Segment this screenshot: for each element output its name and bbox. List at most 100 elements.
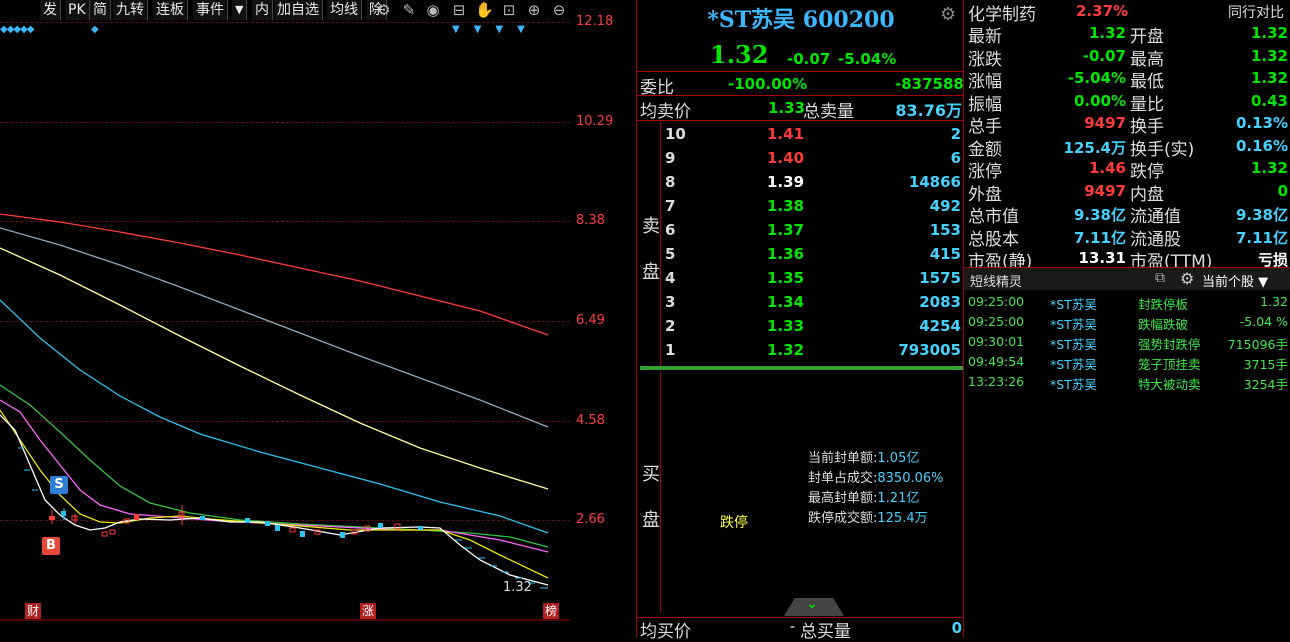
list-marker[interactable]: 榜 bbox=[543, 603, 559, 619]
weibi-diff: -837588 bbox=[895, 75, 964, 93]
seal-current: 当前封单额:1.05亿 bbox=[808, 451, 920, 466]
stat-value: 0.16% bbox=[1235, 136, 1288, 155]
limit-down-text: 跌停 bbox=[720, 515, 748, 531]
gear-icon[interactable]: ⚙ bbox=[1180, 269, 1194, 288]
news-title: 短线精灵 bbox=[970, 275, 1023, 290]
stat-label: 跌停 bbox=[1130, 162, 1164, 182]
news-item[interactable]: 09:25:00 *ST苏吴 跌幅跌破 -5.04 % bbox=[968, 312, 1290, 332]
ask-volume: 2083 bbox=[919, 293, 961, 311]
news-stock: *ST苏吴 bbox=[1050, 297, 1097, 312]
news-item[interactable]: 09:30:01 *ST苏吴 强势封跌停 715096手 bbox=[968, 332, 1290, 352]
news-scope-select[interactable]: 当前个股 ▼ bbox=[1202, 271, 1268, 290]
ask-volume: 2 bbox=[950, 125, 961, 143]
price-change-pct: -5.04% bbox=[838, 50, 897, 68]
order-book-row[interactable]: 1 1.32 793005 bbox=[665, 339, 963, 363]
y-label-3: 6.49 bbox=[576, 313, 605, 328]
stat-label: 内盘 bbox=[1130, 184, 1164, 205]
stat-value: 125.4万 bbox=[1063, 138, 1126, 157]
avg-sell-label: 均卖价 bbox=[640, 102, 691, 122]
ma-line-gray bbox=[0, 227, 549, 428]
divider bbox=[660, 122, 661, 366]
buy-signal-marker[interactable]: B bbox=[42, 537, 60, 555]
ask-price: 1.37 bbox=[767, 221, 805, 239]
order-book-row[interactable]: 5 1.36 415 bbox=[665, 243, 963, 267]
stat-row: 涨跌 -0.07 最高 1.32 bbox=[964, 45, 1290, 70]
ask-price: 1.32 bbox=[767, 341, 805, 359]
news-stock: *ST苏吴 bbox=[1050, 377, 1097, 392]
news-time: 13:23:26 bbox=[968, 374, 1025, 389]
total-buy-label: 总买量 bbox=[800, 622, 851, 642]
stat-label: 涨跌 bbox=[968, 49, 1002, 70]
weibi-pct: -100.00% bbox=[728, 75, 808, 93]
sell-side-label-2: 盘 bbox=[642, 262, 660, 283]
avg-buy-value: - bbox=[790, 619, 796, 635]
ask-volume: 153 bbox=[929, 221, 961, 239]
order-book-row[interactable]: 4 1.35 1575 bbox=[665, 267, 963, 291]
news-event: 强势封跌停 bbox=[1138, 337, 1201, 352]
bid-ask-separator bbox=[640, 366, 963, 370]
news-event: 特大被动卖 bbox=[1138, 377, 1201, 392]
order-book-row[interactable]: 6 1.37 153 bbox=[665, 219, 963, 243]
ask-volume: 6 bbox=[950, 149, 961, 167]
ask-price: 1.35 bbox=[767, 269, 805, 287]
level: 5 bbox=[665, 245, 676, 263]
stat-row: 涨幅 -5.04% 最低 1.32 bbox=[964, 67, 1290, 92]
sell-side-label-1: 卖 bbox=[642, 216, 660, 237]
avg-buy-label: 均买价 bbox=[640, 622, 691, 642]
ask-volume: 14866 bbox=[908, 173, 961, 191]
stock-code: 600200 bbox=[802, 7, 895, 33]
news-time: 09:49:54 bbox=[968, 354, 1025, 369]
popout-icon[interactable]: ⧉ bbox=[1155, 270, 1165, 286]
order-book-row[interactable]: 8 1.39 14866 bbox=[665, 171, 963, 195]
order-book-row[interactable]: 3 1.34 2083 bbox=[665, 291, 963, 315]
news-item[interactable]: 09:49:54 *ST苏吴 笼子顶挂卖 3715手 bbox=[968, 352, 1290, 372]
industry-pct: 2.37% bbox=[1076, 2, 1129, 20]
gear-icon[interactable]: ⚙ bbox=[940, 4, 956, 25]
stat-label: 流通股 bbox=[1130, 229, 1181, 250]
ma-line-magenta bbox=[0, 399, 549, 553]
total-sell-label: 总卖量 bbox=[803, 102, 854, 122]
chevron-down-icon[interactable]: ⌄ bbox=[806, 596, 818, 612]
stat-value: -5.04% bbox=[1067, 69, 1126, 87]
ma-line-yellow bbox=[0, 409, 549, 579]
stat-value: 1.32 bbox=[1088, 24, 1126, 42]
stat-label: 最低 bbox=[1130, 72, 1164, 92]
stat-value: 1.32 bbox=[1250, 159, 1288, 177]
stat-label: 换手 bbox=[1130, 117, 1164, 137]
ask-price: 1.41 bbox=[767, 125, 805, 143]
order-book-row[interactable]: 10 1.41 2 bbox=[665, 123, 963, 147]
level: 7 bbox=[665, 197, 676, 215]
news-stock: *ST苏吴 bbox=[1050, 337, 1097, 352]
stat-value: 7.11亿 bbox=[1235, 228, 1288, 247]
last-price-tag: 1.32 bbox=[503, 580, 532, 595]
price-change: -0.07 bbox=[787, 50, 831, 68]
stat-value: 1.46 bbox=[1088, 159, 1126, 177]
news-event: 笼子顶挂卖 bbox=[1138, 357, 1201, 372]
stat-row: 金额 125.4万 换手(实) 0.16% bbox=[964, 135, 1290, 160]
order-book-row[interactable]: 7 1.38 492 bbox=[665, 195, 963, 219]
stat-row: 外盘 9497 内盘 0 bbox=[964, 180, 1290, 205]
divider bbox=[636, 95, 963, 96]
news-item[interactable]: 09:25:00 *ST苏吴 封跌停板 1.32 bbox=[968, 292, 1290, 312]
order-book-row[interactable]: 9 1.40 6 bbox=[665, 147, 963, 171]
stat-label: 量比 bbox=[1130, 94, 1164, 115]
total-sell-value: 83.76万 bbox=[895, 101, 962, 120]
level: 6 bbox=[665, 221, 676, 239]
stat-label: 开盘 bbox=[1130, 27, 1164, 47]
kline-chart[interactable] bbox=[0, 0, 570, 637]
stat-label: 总股本 bbox=[968, 229, 1019, 250]
stat-row: 振幅 0.00% 量比 0.43 bbox=[964, 90, 1290, 115]
limit-up-marker[interactable]: 涨 bbox=[360, 603, 376, 619]
finance-marker[interactable]: 财 bbox=[25, 603, 41, 619]
sell-signal-marker[interactable]: S bbox=[50, 476, 68, 494]
news-stock: *ST苏吴 bbox=[1050, 317, 1097, 332]
news-item[interactable]: 13:23:26 *ST苏吴 特大被动卖 3254手 bbox=[968, 372, 1290, 392]
order-book-row[interactable]: 2 1.33 4254 bbox=[665, 315, 963, 339]
ask-price: 1.34 bbox=[767, 293, 805, 311]
ask-price: 1.39 bbox=[767, 173, 805, 191]
peer-compare-link[interactable]: 同行对比 bbox=[1228, 2, 1284, 22]
ask-volume: 4254 bbox=[919, 317, 961, 335]
ma-line-white bbox=[0, 414, 549, 586]
stat-value: 1.32 bbox=[1250, 24, 1288, 42]
ask-price: 1.40 bbox=[767, 149, 805, 167]
